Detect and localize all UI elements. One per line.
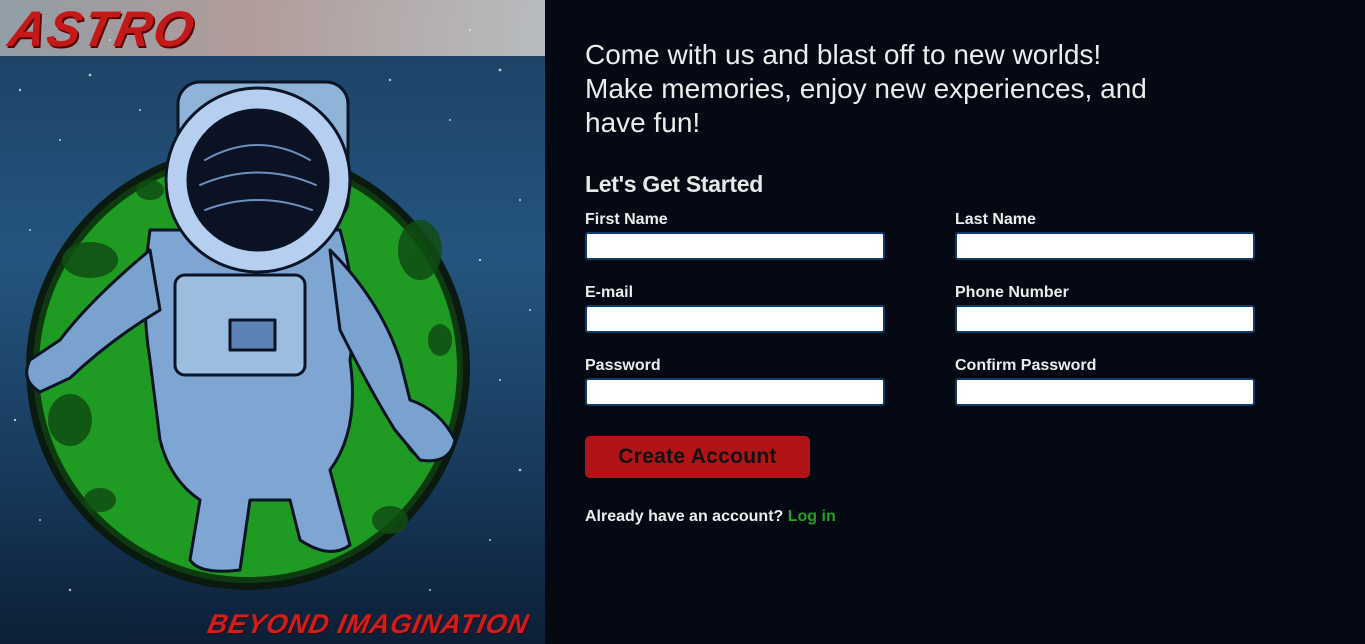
confirm-password-input[interactable] [955, 378, 1255, 406]
phone-label: Phone Number [955, 284, 1069, 301]
login-prompt-text: Already have an account? [585, 508, 784, 525]
hero-artwork: ASTRO BEYOND IMAGINATION [0, 0, 545, 644]
first-name-group: First Name [585, 211, 885, 260]
first-name-input[interactable] [585, 232, 885, 260]
login-prompt: Already have an account? Log in [585, 508, 836, 526]
email-group: E-mail [585, 284, 885, 333]
password-input[interactable] [585, 378, 885, 406]
create-account-button[interactable]: Create Account [585, 436, 810, 478]
last-name-label: Last Name [955, 211, 1036, 228]
login-link[interactable]: Log in [788, 508, 836, 525]
email-label: E-mail [585, 284, 634, 301]
headline-line-2: Make memories, enjoy new experiences, an… [585, 73, 1147, 104]
confirm-password-group: Confirm Password [955, 357, 1255, 406]
hero-headline: Come with us and blast off to new worlds… [585, 38, 1185, 140]
brand-tagline: BEYOND IMAGINATION [204, 609, 532, 639]
password-label: Password [585, 357, 661, 374]
brand-logo: ASTRO [4, 1, 201, 57]
headline-line-1: Come with us and blast off to new worlds… [585, 39, 1102, 70]
astronaut-illustration-icon [13, 28, 531, 592]
last-name-input[interactable] [955, 232, 1255, 260]
phone-group: Phone Number [955, 284, 1255, 333]
confirm-password-label: Confirm Password [955, 357, 1097, 374]
first-name-label: First Name [585, 211, 668, 228]
form-title: Let's Get Started [585, 171, 764, 197]
phone-input[interactable] [955, 305, 1255, 333]
last-name-group: Last Name [955, 211, 1255, 260]
password-group: Password [585, 357, 885, 406]
email-input[interactable] [585, 305, 885, 333]
headline-line-3: have fun! [585, 107, 701, 138]
